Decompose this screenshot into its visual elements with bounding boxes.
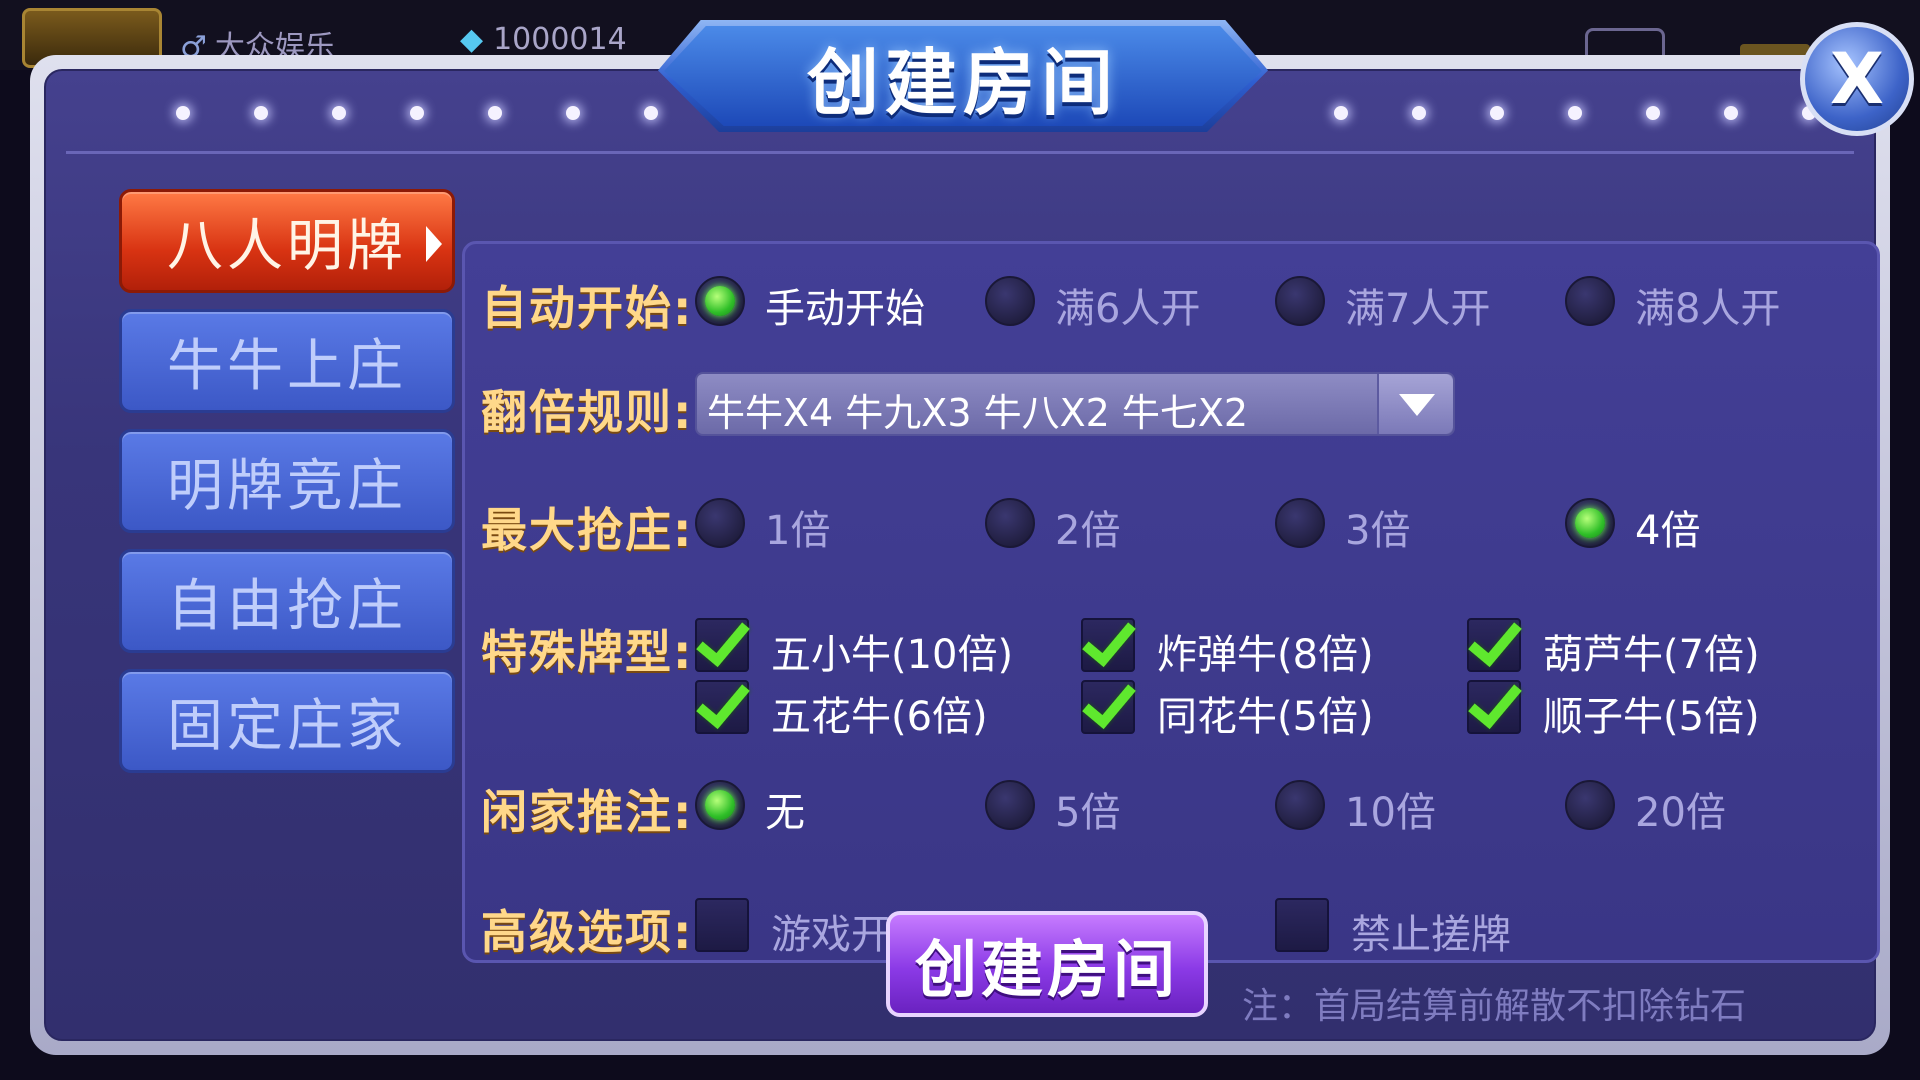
player-push-label: 闲家推注:: [481, 785, 694, 839]
dialog-body: 八人明牌 牛牛上庄 明牌竞庄 自由抢庄 固定庄家 自动开始: 手动开始 满6人开: [44, 69, 1880, 1041]
auto-start-option-text: 满8人开: [1635, 286, 1781, 332]
max-banker-option-text: 4倍: [1635, 508, 1701, 554]
special-straight-checkbox[interactable]: [1467, 680, 1521, 734]
max-banker-radio-2x[interactable]: [985, 498, 1035, 548]
tab-label: 固定庄家: [167, 693, 407, 759]
player-push-radio-5x[interactable]: [985, 780, 1035, 830]
light-dot: [488, 106, 502, 120]
special-option-text: 炸弹牛(8倍): [1157, 632, 1374, 678]
close-button[interactable]: X: [1800, 22, 1914, 136]
background-diamond: ◆ 1000014: [460, 22, 627, 57]
dialog-title: 创建房间: [806, 40, 1119, 125]
create-room-dialog: 八人明牌 牛牛上庄 明牌竞庄 自由抢庄 固定庄家 自动开始: 手动开始 满6人开: [30, 55, 1890, 1055]
settings-panel: 自动开始: 手动开始 满6人开 满7人开 满8人开 翻倍规则: 牛牛X4 牛九X…: [462, 241, 1880, 963]
advanced-no-join-checkbox[interactable]: [695, 898, 749, 952]
auto-start-radio-7[interactable]: [1275, 276, 1325, 326]
special-full-house-checkbox[interactable]: [1467, 618, 1521, 672]
double-rule-label: 翻倍规则:: [481, 385, 694, 439]
special-five-flower-checkbox[interactable]: [695, 680, 749, 734]
light-dot: [644, 106, 658, 120]
tab-eight-player-open[interactable]: 八人明牌: [119, 189, 455, 293]
max-banker-radio-1x[interactable]: [695, 498, 745, 548]
light-dot: [254, 106, 268, 120]
max-banker-label: 最大抢庄:: [481, 503, 694, 557]
tab-free-grab-banker[interactable]: 自由抢庄: [119, 549, 455, 653]
close-icon: X: [1830, 38, 1884, 120]
create-room-button[interactable]: 创建房间: [886, 911, 1208, 1017]
tab-label: 明牌竞庄: [167, 453, 407, 519]
player-push-option-text: 20倍: [1635, 790, 1726, 836]
tab-arrow-icon: [426, 226, 442, 262]
special-cards-row: 特殊牌型: 五小牛(10倍) 炸弹牛(8倍) 葫芦牛(7倍) 五花牛(6倍) 同…: [465, 616, 1877, 740]
max-banker-row: 最大抢庄: 1倍 2倍 3倍 4倍: [465, 494, 1877, 557]
diamond-icon: ◆: [460, 22, 484, 57]
double-rule-row: 翻倍规则: 牛牛X4 牛九X3 牛八X2 牛七X2: [465, 372, 1877, 439]
auto-start-radio-6[interactable]: [985, 276, 1035, 326]
chevron-down-icon[interactable]: [1377, 374, 1453, 434]
background-diamond-count: 1000014: [493, 22, 627, 57]
special-option-text: 五花牛(6倍): [771, 694, 988, 740]
light-dot: [1568, 106, 1582, 120]
tab-label: 自由抢庄: [167, 573, 407, 639]
max-banker-radio-4x[interactable]: [1565, 498, 1615, 548]
max-banker-option-text: 1倍: [765, 508, 831, 554]
auto-start-option-text: 手动开始: [765, 286, 925, 332]
special-option-text: 同花牛(5倍): [1157, 694, 1374, 740]
player-push-option-text: 10倍: [1345, 790, 1436, 836]
tab-niuniu-banker[interactable]: 牛牛上庄: [119, 309, 455, 413]
advanced-label: 高级选项:: [481, 905, 694, 959]
advanced-option-text: 禁止搓牌: [1351, 912, 1511, 958]
player-push-option-text: 无: [765, 790, 805, 836]
tab-fixed-banker[interactable]: 固定庄家: [119, 669, 455, 773]
light-dot: [566, 106, 580, 120]
light-dot: [1412, 106, 1426, 120]
special-option-text: 顺子牛(5倍): [1543, 694, 1760, 740]
auto-start-option-text: 满7人开: [1345, 286, 1491, 332]
light-dot: [1490, 106, 1504, 120]
light-dot: [332, 106, 346, 120]
auto-start-row: 自动开始: 手动开始 满6人开 满7人开 满8人开: [465, 272, 1877, 335]
max-banker-option-text: 3倍: [1345, 508, 1411, 554]
special-cards-label: 特殊牌型:: [481, 625, 694, 679]
advanced-no-rub-checkbox[interactable]: [1275, 898, 1329, 952]
light-dot: [1646, 106, 1660, 120]
light-dot: [1724, 106, 1738, 120]
tab-open-bid-banker[interactable]: 明牌竞庄: [119, 429, 455, 533]
auto-start-radio-8[interactable]: [1565, 276, 1615, 326]
max-banker-radio-3x[interactable]: [1275, 498, 1325, 548]
player-push-radio-10x[interactable]: [1275, 780, 1325, 830]
light-dot: [176, 106, 190, 120]
light-dot: [410, 106, 424, 120]
player-push-radio-none[interactable]: [695, 780, 745, 830]
special-option-text: 葫芦牛(7倍): [1543, 632, 1760, 678]
special-five-small-checkbox[interactable]: [695, 618, 749, 672]
auto-start-option-text: 满6人开: [1055, 286, 1201, 332]
special-flush-checkbox[interactable]: [1081, 680, 1135, 734]
light-dot: [1334, 106, 1348, 120]
strip-divider: [66, 151, 1854, 154]
double-rule-value: 牛牛X4 牛九X3 牛八X2 牛七X2: [707, 391, 1249, 435]
double-rule-select[interactable]: 牛牛X4 牛九X3 牛八X2 牛七X2: [695, 372, 1455, 436]
auto-start-radio-manual[interactable]: [695, 276, 745, 326]
dialog-title-plaque: 创建房间: [658, 20, 1268, 132]
special-bomb-checkbox[interactable]: [1081, 618, 1135, 672]
footer-note: 注：首局结算前解散不扣除钻石: [1242, 986, 1747, 1027]
player-push-option-text: 5倍: [1055, 790, 1121, 836]
tab-label: 八人明牌: [167, 213, 407, 279]
tab-label: 牛牛上庄: [167, 333, 407, 399]
max-banker-option-text: 2倍: [1055, 508, 1121, 554]
player-push-radio-20x[interactable]: [1565, 780, 1615, 830]
auto-start-label: 自动开始:: [481, 281, 694, 335]
player-push-row: 闲家推注: 无 5倍 10倍 20倍: [465, 776, 1877, 839]
special-option-text: 五小牛(10倍): [771, 632, 1014, 678]
